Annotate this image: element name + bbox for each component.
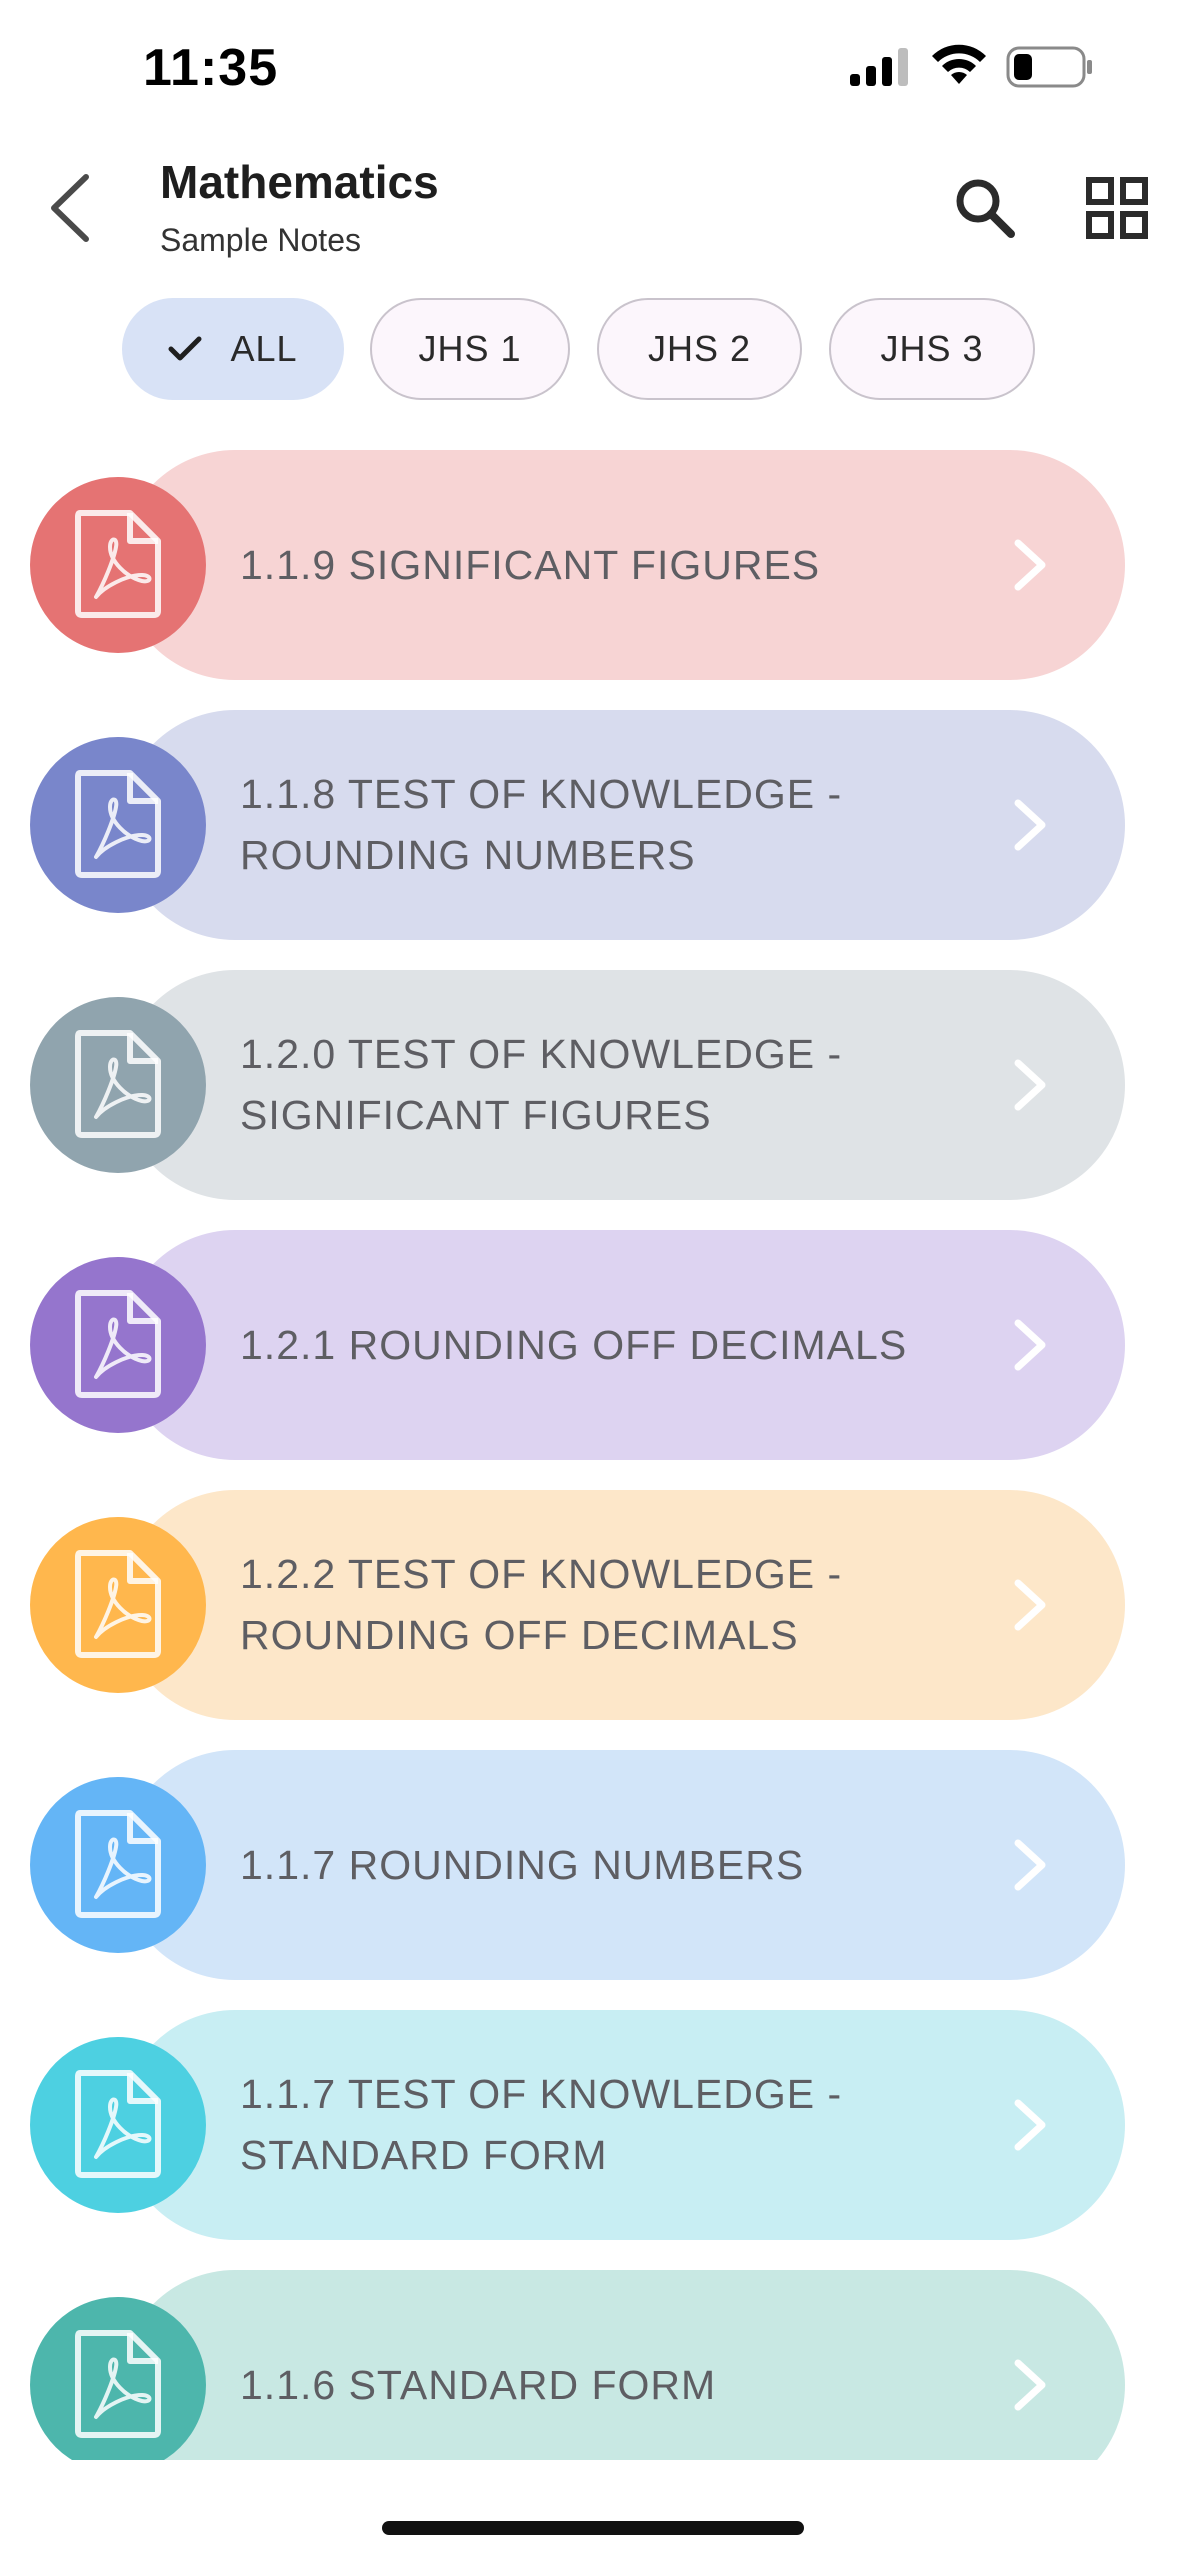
list-item-icon-circle [30,2297,206,2460]
cellular-signal-icon [848,48,914,93]
list-item-title: 1.2.2 TEST OF KNOWLEDGE - ROUNDING OFF D… [240,1551,843,1658]
list-item-title: 1.1.6 STANDARD FORM [240,2361,717,2408]
status-time: 11:35 [143,39,279,97]
pdf-file-icon [70,2327,166,2444]
chevron-right-icon [1000,535,1060,595]
list-item[interactable]: 1.1.7 ROUNDING NUMBERS [0,1750,1183,1980]
wifi-icon [930,42,988,91]
list-item[interactable]: 1.1.9 SIGNIFICANT FIGURES [0,450,1183,680]
battery-icon [1006,46,1094,93]
list-item-title: 1.1.7 TEST OF KNOWLEDGE - STANDARD FORM [240,2071,843,2178]
list-item-icon-circle [30,737,206,913]
list-item-icon-circle [30,1777,206,1953]
chevron-right-icon [1000,2355,1060,2415]
chevron-right-icon [1000,1835,1060,1895]
list-item-title: 1.1.7 ROUNDING NUMBERS [240,1841,805,1888]
list-item[interactable]: 1.1.6 STANDARD FORM [0,2270,1183,2460]
filter-chip-jhs1[interactable]: JHS 1 [370,298,570,400]
pdf-file-icon [70,2067,166,2184]
list-item-icon-circle [30,2037,206,2213]
list-item-icon-circle [30,1517,206,1693]
chevron-right-icon [1000,1575,1060,1635]
list-item-title: 1.2.1 ROUNDING OFF DECIMALS [240,1321,908,1368]
check-icon [168,335,202,363]
list-item-icon-circle [30,997,206,1173]
grid-view-button[interactable] [1075,168,1159,252]
filter-chip-row: ALL JHS 1 JHS 2 JHS 3 [0,298,1183,402]
pdf-file-icon [70,507,166,624]
filter-chip-all[interactable]: ALL [122,298,344,400]
list-item[interactable]: 1.1.8 TEST OF KNOWLEDGE - ROUNDING NUMBE… [0,710,1183,940]
filter-chip-label: ALL [230,328,298,369]
list-item[interactable]: 1.2.1 ROUNDING OFF DECIMALS [0,1230,1183,1460]
filter-chip-jhs2[interactable]: JHS 2 [597,298,802,400]
filter-chip-label: JHS 2 [647,328,752,369]
chevron-right-icon [1000,1055,1060,1115]
pdf-file-icon [70,767,166,884]
pdf-file-icon [70,1547,166,1664]
list-item-icon-circle [30,477,206,653]
home-indicator[interactable] [382,2521,804,2535]
list-item[interactable]: 1.2.0 TEST OF KNOWLEDGE - SIGNIFICANT FI… [0,970,1183,1200]
list-item-title: 1.1.8 TEST OF KNOWLEDGE - ROUNDING NUMBE… [240,771,843,878]
list-item[interactable]: 1.2.2 TEST OF KNOWLEDGE - ROUNDING OFF D… [0,1490,1183,1720]
chevron-right-icon [1000,795,1060,855]
grid-view-icon [1085,176,1149,245]
filter-chip-jhs3[interactable]: JHS 3 [829,298,1035,400]
back-button[interactable] [30,160,110,260]
chevron-left-icon [48,173,92,248]
list-item[interactable]: 1.1.7 TEST OF KNOWLEDGE - STANDARD FORM [0,2010,1183,2240]
document-list: 1.1.9 SIGNIFICANT FIGURES 1.1.8 TEST OF … [0,450,1183,2460]
pdf-file-icon [70,1807,166,1924]
search-icon [954,177,1016,244]
filter-chip-label: JHS 1 [418,328,522,369]
list-item-icon-circle [30,1257,206,1433]
pdf-file-icon [70,1027,166,1144]
page-title: Mathematics [160,156,439,208]
search-button[interactable] [945,170,1025,250]
list-item-title: 1.2.0 TEST OF KNOWLEDGE - SIGNIFICANT FI… [240,1031,843,1138]
filter-chip-label: JHS 3 [880,328,984,369]
chevron-right-icon [1000,2095,1060,2155]
page-subtitle: Sample Notes [160,222,361,258]
list-item-title: 1.1.9 SIGNIFICANT FIGURES [240,541,821,588]
status-bar: 11:35 [0,0,1183,140]
chevron-right-icon [1000,1315,1060,1375]
pdf-file-icon [70,1287,166,1404]
